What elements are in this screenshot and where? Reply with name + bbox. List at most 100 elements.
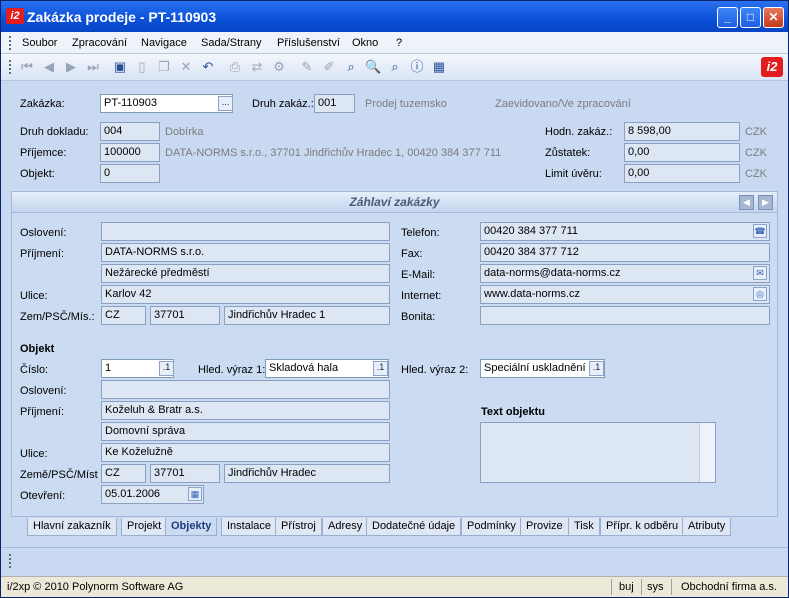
delete-icon[interactable]: ✕ [178,59,194,75]
copy-icon[interactable]: ❐ [156,59,172,75]
menu-bar: Soubor Zpracování Navigace Sada/Strany P… [1,32,788,54]
zakazka-input[interactable]: PT-110903 [100,94,233,113]
hled1-input[interactable]: Skladová hala [265,359,389,378]
menu-prislusenstvi[interactable]: Příslušenství [277,37,340,49]
minimize-button[interactable]: _ [717,7,738,28]
status-db: sys [647,581,664,593]
objekt-field: 0 [100,164,160,183]
tab-bar: Hlavní zakazník Projekt Objekty Instalac… [11,517,778,537]
druh-dokladu-field: 004 [100,122,160,141]
tab-pripr-k-odberu[interactable]: Přípr. k odběru [600,518,685,536]
internet-field: www.data-norms.cz [480,285,770,304]
telefon-field: 00420 384 377 711 [480,222,770,241]
close-button[interactable]: ✕ [763,7,784,28]
tab-adresy[interactable]: Adresy [322,518,369,536]
tab-dodatecne-udaje[interactable]: Dodatečné údaje [366,518,462,536]
tab-tisk[interactable]: Tisk [568,518,600,536]
tab-pristroj[interactable]: Přístroj [275,518,322,536]
email-label: E-Mail: [401,269,436,281]
o-prijmeni-label: Příjmení: [20,406,65,418]
zakazka-lookup-button[interactable]: ... [218,96,233,111]
otevreni-label: Otevření: [20,490,66,502]
status-separator [641,579,642,595]
hled1-lookup-button[interactable]: .1 [373,361,388,376]
save-icon[interactable]: ▣ [112,59,128,75]
prijmeni-label: Příjmení: [20,248,65,260]
prijmeni-field: DATA-NORMS s.r.o. [101,243,390,262]
settings-icon[interactable]: ⚙ [271,59,287,75]
email-icon[interactable]: ✉ [753,266,767,280]
zustatek-field: 0,00 [624,143,740,162]
fax-label: Fax: [401,248,423,260]
objekt-heading: Objekt [20,343,55,355]
last-record-icon[interactable]: ⏭ [85,59,101,75]
text-objektu-textarea[interactable] [480,422,716,483]
hodn-zakaz-field: 8 598,00 [624,122,740,141]
tab-podminky[interactable]: Podmínky [461,518,522,536]
cislo-label: Číslo: [20,364,49,376]
o-zem-psc-label: Země/PSČ/Míst [20,469,98,481]
menu-sada-strany[interactable]: Sada/Strany [201,37,262,49]
info-icon[interactable]: ⓘ [409,59,425,75]
hled2-input[interactable]: Speciální uskladnění [480,359,605,378]
druh-dokladu-text: Dobírka [165,126,204,138]
edit-all-icon[interactable]: ✐ [321,59,337,75]
zustatek-label: Zůstatek: [545,147,591,159]
edit-icon[interactable]: ✎ [299,59,315,75]
prev-record-icon[interactable]: ◀ [41,59,57,75]
hled2-lookup-button[interactable]: .1 [589,361,604,376]
tab-instalace[interactable]: Instalace [221,518,278,536]
o-osloveni-field [101,380,390,399]
limit-label: Limit úvěru: [545,168,602,180]
text-objektu-scrollbar[interactable] [699,423,715,482]
o-prijmeni-field: Koželuh & Bratr a.s. [101,401,390,420]
search-advanced-icon[interactable]: ⌕ [387,59,403,75]
status-company: Obchodní firma a.s. [681,581,777,593]
druh-dokladu-label: Druh dokladu: [20,126,89,138]
fax-field: 00420 384 377 712 [480,243,770,262]
new-icon[interactable]: ▯ [134,59,150,75]
search-icon[interactable]: 🔍 [365,59,381,75]
menu-navigace[interactable]: Navigace [141,37,187,49]
first-record-icon[interactable]: ⏮ [19,59,35,75]
hodn-zakaz-label: Hodn. zakáz.: [545,126,613,138]
bottom-grip [9,554,12,568]
maximize-button[interactable]: □ [740,7,761,28]
prijemce-field: 100000 [100,143,160,162]
calendar-icon[interactable]: ▦ [188,487,202,501]
export-icon[interactable]: ⇄ [249,59,265,75]
undo-icon[interactable]: ↶ [200,59,216,75]
hodn-currency: CZK [745,126,767,138]
text-objektu-label: Text objektu [481,406,545,418]
o-misto-field: Jindřichův Hradec [224,464,390,483]
hled1-label: Hled. výraz 1: [198,364,266,376]
title-bar[interactable]: i2 Zakázka prodeje - PT-110903 _ □ ✕ [1,1,788,32]
panel-next-button[interactable]: ▶ [758,195,773,210]
menu-grip [9,36,12,50]
druh-zakaz-label: Druh zakáz.: [252,98,314,110]
calculator-icon[interactable]: ▦ [431,59,447,75]
menu-zpracovani[interactable]: Zpracování [72,37,127,49]
tab-provize[interactable]: Provize [520,518,569,536]
menu-help[interactable]: ? [396,37,402,49]
print-icon[interactable]: ⎙ [227,59,243,75]
globe-icon[interactable]: ◎ [753,287,767,301]
status-bar: i/2xp © 2010 Polynorm Software AG buj sy… [1,576,788,597]
next-record-icon[interactable]: ▶ [63,59,79,75]
phone-icon[interactable]: ☎ [753,224,767,238]
menu-soubor[interactable]: Soubor [22,37,57,49]
tab-projekt[interactable]: Projekt [121,518,168,536]
header-panel: Záhlaví zakázky ◀ ▶ Oslovení: Příjmení: … [11,191,778,517]
panel-prev-button[interactable]: ◀ [739,195,754,210]
cislo-lookup-button[interactable]: .1 [159,361,174,376]
osloveni-label: Oslovení: [20,227,67,239]
tab-objekty[interactable]: Objekty [165,518,218,536]
tab-hlavni-zakaznik[interactable]: Hlavní zakazník [27,518,117,536]
zustatek-currency: CZK [745,147,767,159]
limit-currency: CZK [745,168,767,180]
search-list-icon[interactable]: ⌕ [343,59,359,75]
status-separator [611,579,612,595]
menu-okno[interactable]: Okno [352,37,378,49]
tab-atributy[interactable]: Atributy [682,518,732,536]
o-ulice-field: Ke Koželužně [101,443,390,462]
